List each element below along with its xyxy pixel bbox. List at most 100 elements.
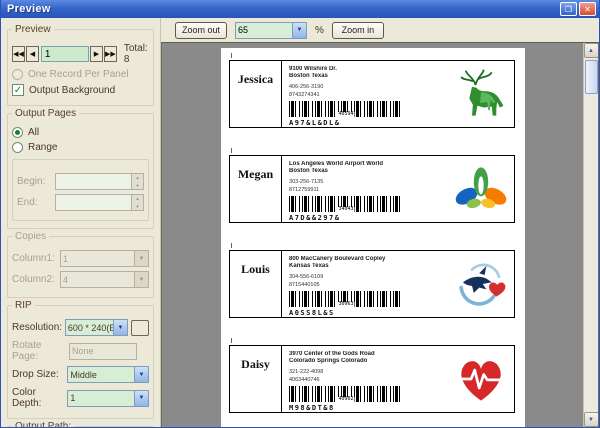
barcode-text: A97&L&DL& — [289, 119, 444, 127]
output-background-checkbox[interactable]: ✓ — [12, 84, 24, 96]
phone-line1: 303-256-7135 — [289, 179, 444, 186]
resolution-browse-button[interactable] — [131, 320, 149, 336]
begin-label: Begin: — [17, 176, 55, 187]
copies-row1-label: Column1: — [12, 253, 60, 264]
copies-row2-label: Column2: — [12, 274, 60, 285]
color-depth-combo[interactable]: 1 ▼ — [67, 390, 149, 407]
barcode-text: A7D&&297& — [289, 214, 444, 222]
scroll-up-icon: ▲ — [588, 48, 594, 54]
record-number-input[interactable] — [41, 46, 89, 62]
close-icon: ✕ — [584, 5, 591, 14]
last-record-button[interactable]: ▶▶ — [104, 46, 117, 62]
scroll-up-button[interactable]: ▲ — [584, 43, 599, 58]
deer-logo-icon — [454, 67, 508, 121]
range-radio[interactable] — [12, 142, 23, 153]
end-label: End: — [17, 197, 55, 208]
phone-line1: 304-556-6109 — [289, 274, 444, 281]
one-record-label: One Record Per Panel — [28, 69, 129, 80]
output-background-option[interactable]: ✓ Output Background — [12, 84, 149, 96]
all-label: All — [28, 127, 39, 138]
range-option[interactable]: Range — [12, 142, 149, 153]
drop-size-label: Drop Size: — [12, 369, 67, 380]
prev-record-button[interactable]: ◀ — [26, 46, 39, 62]
label-card: Daisy 3970 Center of the Gods Road Color… — [229, 345, 515, 413]
label-card: Megan Los Angeles World Airport World Bo… — [229, 155, 515, 223]
total-records-label: Total: 8 — [124, 43, 149, 65]
resolution-label: Resolution: — [12, 322, 65, 333]
end-spinner: ▲▼ — [55, 194, 144, 211]
label-card: Louis 800 MacCanery Boulevard Copley Kan… — [229, 250, 515, 318]
phone-line1: 321-222-4098 — [289, 369, 444, 376]
label-card: Jessica 9100 Wilshire Dr. Boston Texas 4… — [229, 60, 515, 128]
begin-up-icon: ▲ — [132, 174, 143, 182]
one-record-option: One Record Per Panel — [12, 69, 149, 80]
dove-heart-logo-icon — [454, 257, 508, 311]
chevron-down-icon: ▼ — [134, 272, 148, 287]
recipient-name: Jessica — [230, 61, 282, 127]
barcode: 40902 — [289, 386, 403, 402]
vertical-scrollbar[interactable]: ▲ ▼ — [583, 43, 598, 427]
close-button[interactable]: ✕ — [579, 2, 596, 16]
copies-group: Copies Column1: 1 ▼ Column2: 4 ▼ — [7, 236, 154, 298]
rotate-page-combo: None — [69, 343, 137, 360]
end-down-icon: ▼ — [132, 203, 143, 211]
title-bar: Preview ❐ ✕ — [1, 0, 599, 18]
settings-panel: Preview ◀◀ ◀ ▶ ▶▶ Total: 8 One Record Pe… — [1, 18, 161, 428]
barcode-text: A0SS8L&S — [289, 309, 444, 317]
first-record-icon: ◀◀ — [13, 50, 24, 58]
chevron-down-icon: ▼ — [113, 320, 127, 335]
next-record-button[interactable]: ▶ — [90, 46, 103, 62]
copies-row2-combo: 4 ▼ — [60, 271, 149, 288]
range-label: Range — [28, 142, 57, 153]
all-option[interactable]: All — [12, 127, 149, 138]
range-subgroup: Begin: ▲▼ End: ▲▼ — [12, 159, 149, 221]
drop-size-combo[interactable]: Middle ▼ — [67, 366, 149, 383]
first-record-button[interactable]: ◀◀ — [12, 46, 25, 62]
address-line2: Colorado Springs Colorado — [289, 358, 444, 365]
resolution-combo[interactable]: 600 * 240(Econo ▼ — [65, 319, 128, 336]
prev-record-icon: ◀ — [30, 50, 35, 58]
percent-label: % — [315, 25, 324, 36]
output-path-title: Output Path: — [12, 421, 74, 428]
chevron-down-icon: ▼ — [292, 23, 306, 38]
preview-group-title: Preview — [12, 24, 54, 35]
output-pages-title: Output Pages — [12, 108, 79, 119]
barcode: 40594 — [289, 101, 403, 117]
copies-row1-combo: 1 ▼ — [60, 250, 149, 267]
zoom-level-combo[interactable]: 65 ▼ — [235, 22, 307, 39]
zoom-in-button[interactable]: Zoom in — [332, 22, 384, 39]
scroll-down-button[interactable]: ▼ — [584, 412, 599, 427]
last-record-icon: ▶▶ — [105, 50, 116, 58]
address-line1: Los Angeles World Airport World — [289, 161, 444, 168]
phone-line2: 8743274341 — [289, 92, 444, 99]
rotate-page-label: Rotate Page: — [12, 340, 69, 362]
begin-spinner: ▲▼ — [55, 173, 144, 190]
chevron-down-icon: ▼ — [134, 251, 148, 266]
copies-group-title: Copies — [12, 231, 49, 242]
scrollbar-thumb[interactable] — [585, 60, 598, 94]
all-radio[interactable] — [12, 127, 23, 138]
address-line2: Kansas Texas — [289, 263, 444, 270]
maximize-button[interactable]: ❐ — [560, 2, 577, 16]
phone-line1: 406-256-3190 — [289, 84, 444, 91]
preview-page: Jessica 9100 Wilshire Dr. Boston Texas 4… — [221, 48, 525, 428]
chevron-down-icon: ▼ — [134, 391, 148, 406]
phone-line2: 8712759911 — [289, 187, 444, 194]
chevron-down-icon: ▼ — [134, 367, 148, 382]
output-background-label: Output Background — [29, 85, 115, 96]
zoom-toolbar: Zoom out 65 ▼ % Zoom in — [161, 18, 599, 42]
preview-viewport: Jessica 9100 Wilshire Dr. Boston Texas 4… — [161, 42, 599, 428]
rip-group-title: RIP — [12, 300, 35, 311]
flower-logo-icon — [454, 162, 508, 216]
rip-group: RIP Resolution: 600 * 240(Econo ▼ Rotate… — [7, 305, 154, 419]
preview-dialog: Preview ❐ ✕ Preview ◀◀ ◀ ▶ ▶▶ Total: 8 O… — [0, 0, 600, 428]
scroll-down-icon: ▼ — [588, 417, 594, 423]
zoom-out-button[interactable]: Zoom out — [175, 22, 227, 39]
phone-line2: 4063440746 — [289, 377, 444, 384]
recipient-name: Daisy — [230, 346, 282, 412]
address-line1: 3970 Center of the Gods Road — [289, 351, 444, 358]
recipient-name: Megan — [230, 156, 282, 222]
recipient-name: Louis — [230, 251, 282, 317]
phone-line2: 8715440105 — [289, 282, 444, 289]
address-line1: 800 MacCanery Boulevard Copley — [289, 256, 444, 263]
